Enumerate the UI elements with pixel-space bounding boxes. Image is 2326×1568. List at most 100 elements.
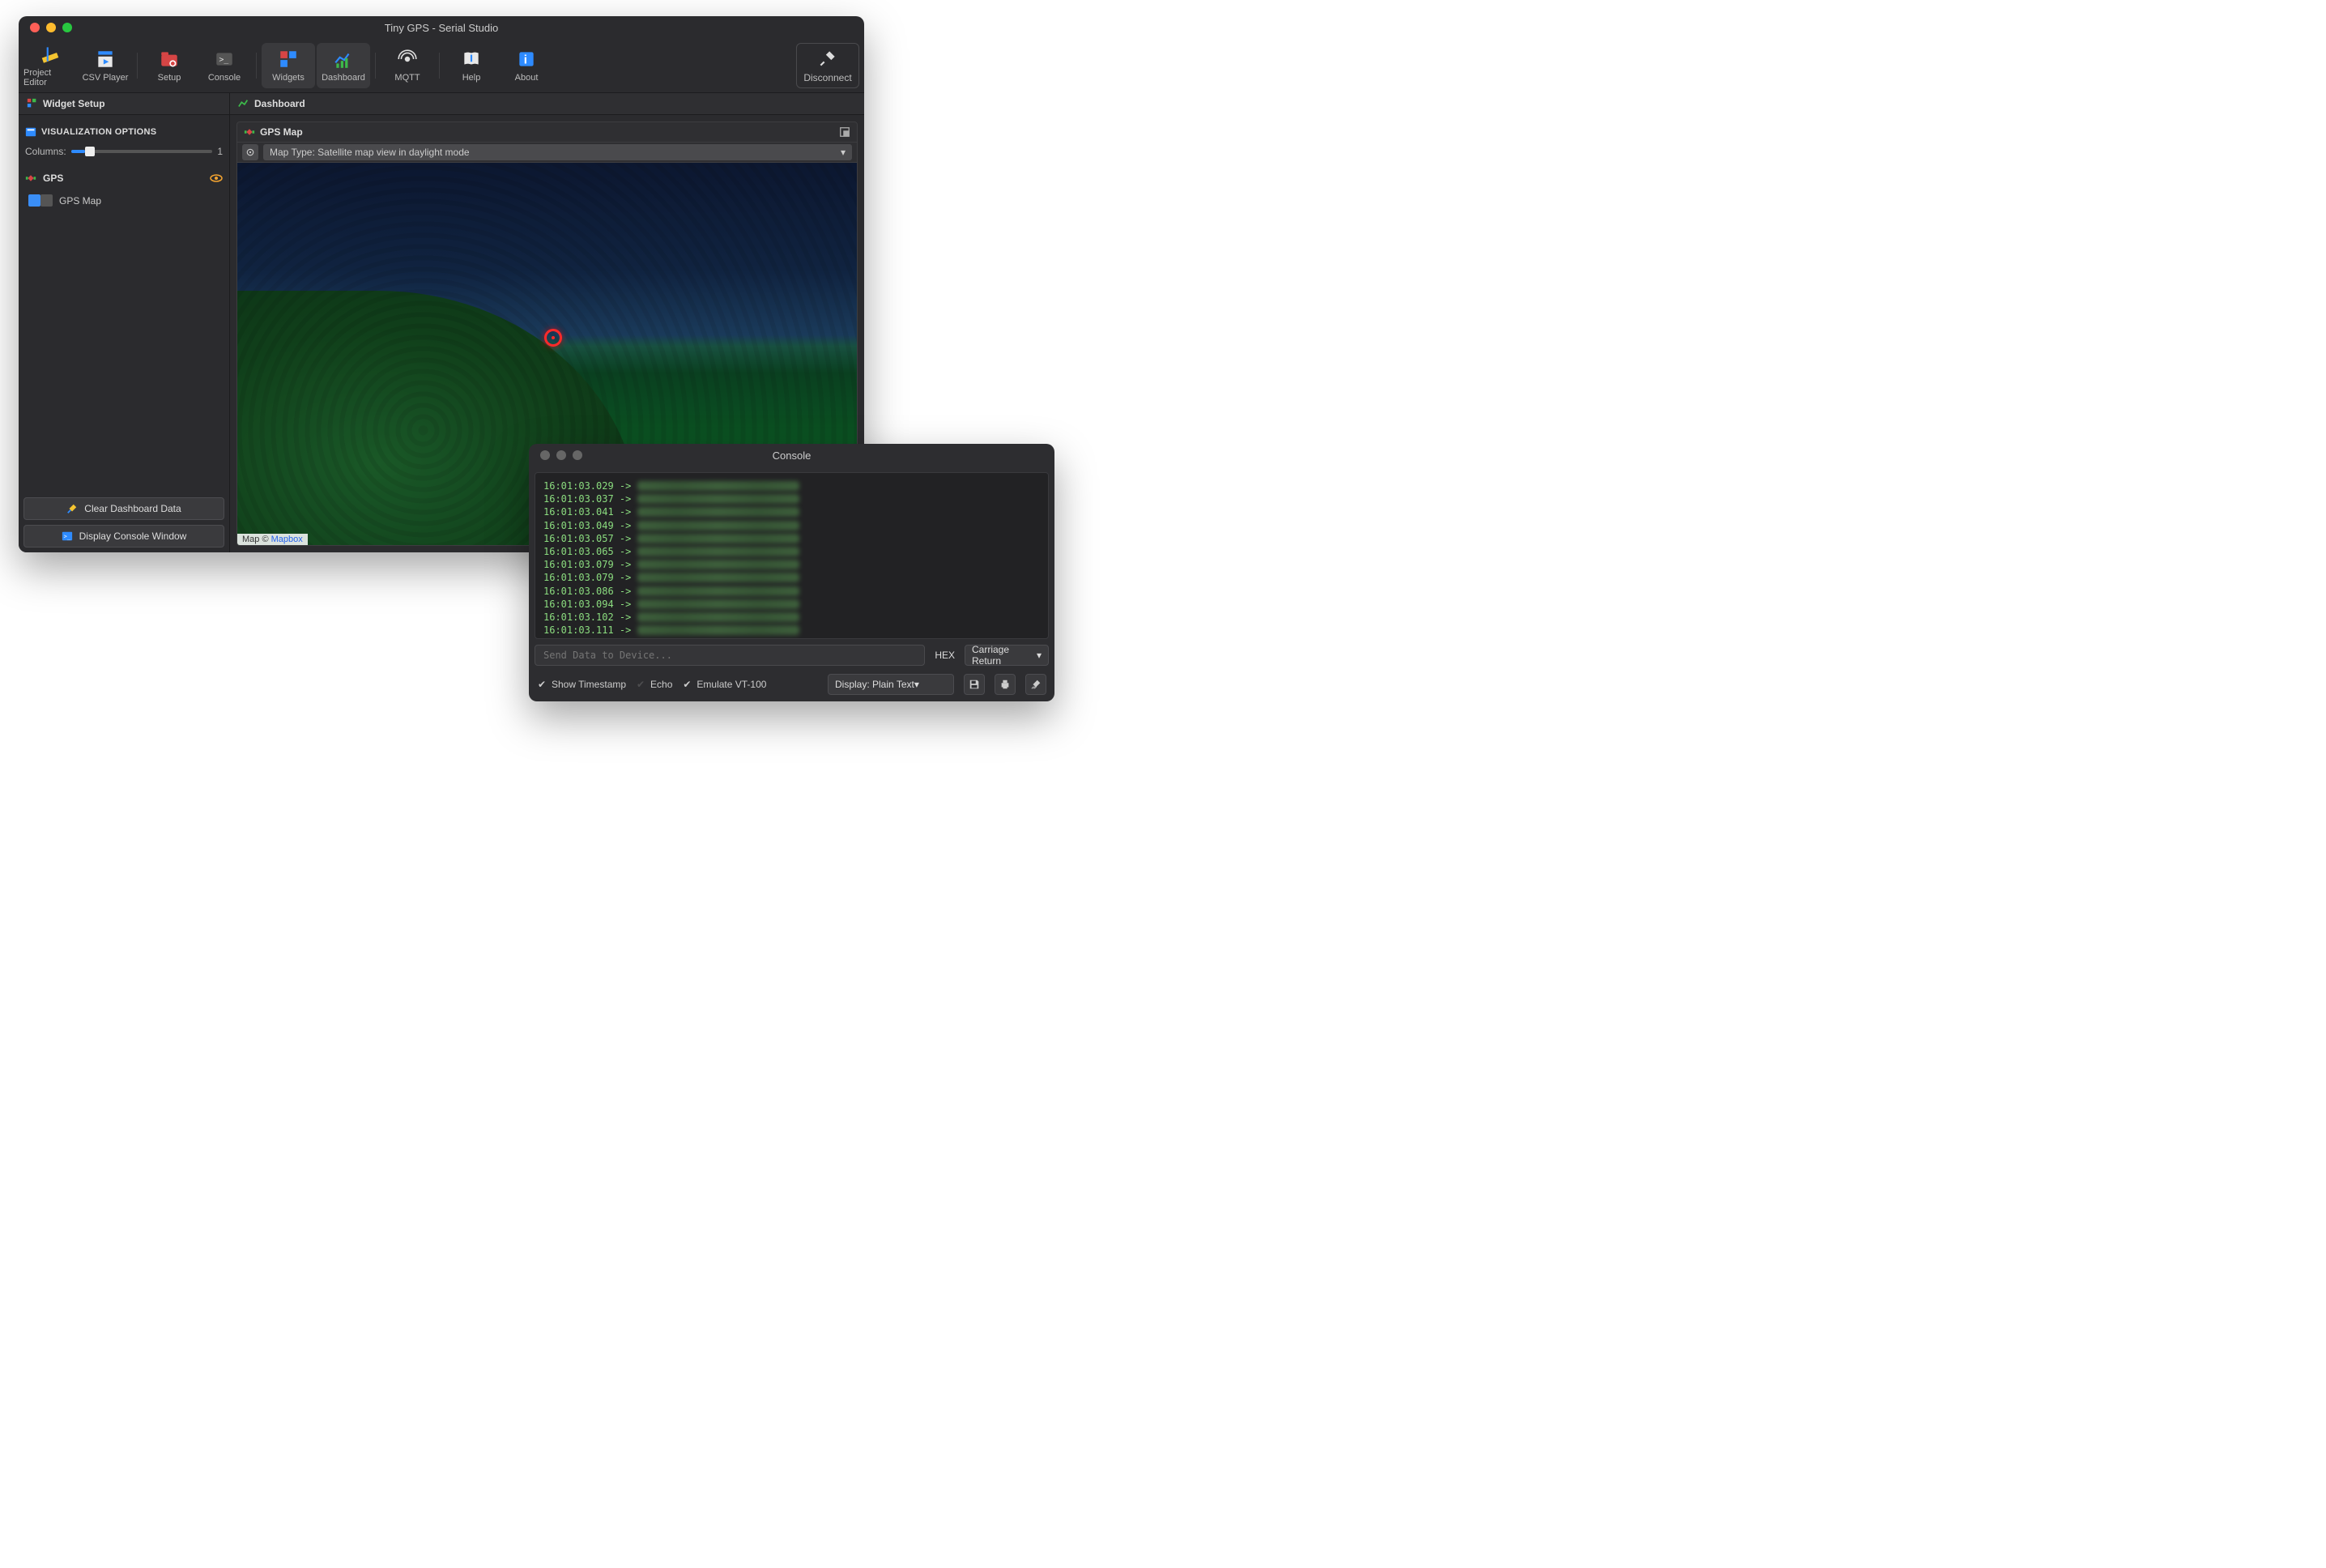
terminal-line: 16:01:03.049 ->	[543, 519, 1040, 532]
hex-toggle[interactable]: HEX	[931, 650, 958, 661]
tab-strip: Widget Setup Dashboard	[19, 93, 864, 115]
button-label: Display Console Window	[79, 530, 187, 542]
chart-icon	[333, 49, 354, 70]
header-label: VISUALIZATION OPTIONS	[41, 127, 156, 137]
timestamp: 16:01:03.057 ->	[543, 532, 631, 545]
ruler-icon	[40, 44, 61, 65]
tab-dashboard[interactable]: Dashboard	[230, 93, 313, 114]
display-console-button[interactable]: >_ Display Console Window	[23, 525, 224, 548]
console-button[interactable]: >_ Console	[198, 43, 251, 88]
columns-slider[interactable]	[71, 150, 213, 153]
toolbar-label: About	[515, 73, 539, 83]
dashboard-button[interactable]: Dashboard	[317, 43, 370, 88]
redacted-data	[637, 599, 799, 609]
project-editor-button[interactable]: Project Editor	[23, 43, 77, 88]
print-button[interactable]	[995, 674, 1016, 695]
terminal-line: 16:01:03.029 ->	[543, 479, 1040, 492]
svg-text:>_: >_	[63, 534, 70, 540]
timestamp: 16:01:03.079 ->	[543, 558, 631, 571]
mqtt-button[interactable]: MQTT	[381, 43, 434, 88]
redacted-data	[637, 521, 799, 530]
group-label: GPS	[43, 173, 63, 184]
window-title: Tiny GPS - Serial Studio	[19, 22, 864, 34]
plug-icon	[817, 48, 838, 69]
widgets-icon	[27, 98, 38, 109]
toolbar-label: Disconnect	[803, 72, 851, 83]
columns-value: 1	[217, 146, 223, 157]
redacted-data	[637, 507, 799, 517]
timestamp: 16:01:03.111 ->	[543, 624, 631, 637]
check-icon: ✔	[682, 680, 692, 689]
columns-row: Columns: 1	[25, 146, 223, 157]
terminal-line: 16:01:03.086 ->	[543, 585, 1040, 598]
toolbar-separator	[375, 53, 376, 79]
toolbar: Project Editor CSV Player Setup >_ Conso…	[19, 39, 864, 93]
terminal-line: 16:01:03.111 ->	[543, 624, 1040, 637]
timestamp: 16:01:03.079 ->	[543, 571, 631, 584]
play-icon	[95, 49, 116, 70]
timestamp: 16:01:03.041 ->	[543, 505, 631, 518]
terminal-output[interactable]: 16:01:03.029 ->16:01:03.037 ->16:01:03.0…	[535, 472, 1049, 639]
emulate-vt100-checkbox[interactable]: ✔ Emulate VT-100	[682, 679, 766, 690]
satellite-icon	[25, 173, 36, 184]
disconnect-button[interactable]: Disconnect	[796, 43, 859, 88]
terminal-line: 16:01:03.057 ->	[543, 532, 1040, 545]
redacted-data	[637, 586, 799, 596]
csv-player-button[interactable]: CSV Player	[79, 43, 132, 88]
options-icon	[25, 126, 36, 138]
terminal-icon: >_	[214, 49, 235, 70]
terminal-line: 16:01:03.037 ->	[543, 492, 1040, 505]
mapbox-link[interactable]: Mapbox	[271, 535, 303, 544]
save-button[interactable]	[964, 674, 985, 695]
display-mode-dropdown[interactable]: Display: Plain Text ▾	[828, 674, 954, 695]
gps-marker	[544, 329, 562, 347]
redacted-data	[637, 625, 799, 635]
redacted-data	[637, 560, 799, 569]
checkbox-label: Emulate VT-100	[697, 679, 766, 690]
checkbox[interactable]	[28, 194, 53, 207]
terminal-icon: >_	[62, 530, 73, 542]
dropdown-value: Carriage Return	[972, 644, 1037, 667]
help-button[interactable]: Help	[445, 43, 498, 88]
sidebar: VISUALIZATION OPTIONS Columns: 1 GPS GPS…	[19, 115, 230, 552]
dropdown-value: Display: Plain Text	[835, 679, 914, 690]
widgets-icon	[278, 49, 299, 70]
center-map-button[interactable]	[242, 144, 258, 160]
save-icon	[969, 679, 980, 690]
terminal-line: 16:01:03.079 ->	[543, 558, 1040, 571]
sidebar-item-gps-map[interactable]: GPS Map	[25, 191, 223, 210]
checkbox-label: Show Timestamp	[552, 679, 626, 690]
check-icon: ✔	[537, 680, 547, 689]
item-label: GPS Map	[59, 195, 101, 207]
columns-label: Columns:	[25, 146, 66, 157]
maximize-icon[interactable]	[839, 126, 850, 138]
echo-checkbox[interactable]: ✔ Echo	[636, 679, 672, 690]
signal-icon	[397, 49, 418, 70]
show-timestamp-checkbox[interactable]: ✔ Show Timestamp	[537, 679, 626, 690]
clear-dashboard-button[interactable]: Clear Dashboard Data	[23, 497, 224, 520]
timestamp: 16:01:03.037 ->	[543, 492, 631, 505]
target-icon	[245, 147, 255, 157]
group-gps[interactable]: GPS	[25, 172, 223, 185]
line-ending-dropdown[interactable]: Carriage Return ▾	[965, 645, 1049, 666]
unchecked-icon: ✔	[636, 680, 645, 689]
toolbar-label: CSV Player	[83, 73, 129, 83]
panel-title: GPS Map	[260, 126, 303, 138]
eye-icon[interactable]	[210, 172, 223, 185]
setup-button[interactable]: Setup	[143, 43, 196, 88]
toolbar-label: MQTT	[394, 73, 420, 83]
chevron-down-icon: ▾	[914, 679, 919, 690]
redacted-data	[637, 547, 799, 556]
folder-gear-icon	[159, 49, 180, 70]
chevron-down-icon: ▾	[1037, 650, 1042, 661]
chart-icon	[238, 98, 249, 109]
tab-label: Dashboard	[254, 98, 305, 109]
terminal-line: 16:01:03.041 ->	[543, 505, 1040, 518]
about-button[interactable]: i About	[500, 43, 553, 88]
tab-widget-setup[interactable]: Widget Setup	[19, 93, 230, 114]
send-input[interactable]	[535, 645, 925, 666]
map-type-dropdown[interactable]: Map Type: Satellite map view in daylight…	[263, 144, 852, 160]
widgets-button[interactable]: Widgets	[262, 43, 315, 88]
svg-text:>_: >_	[219, 55, 229, 64]
clear-button[interactable]	[1025, 674, 1046, 695]
